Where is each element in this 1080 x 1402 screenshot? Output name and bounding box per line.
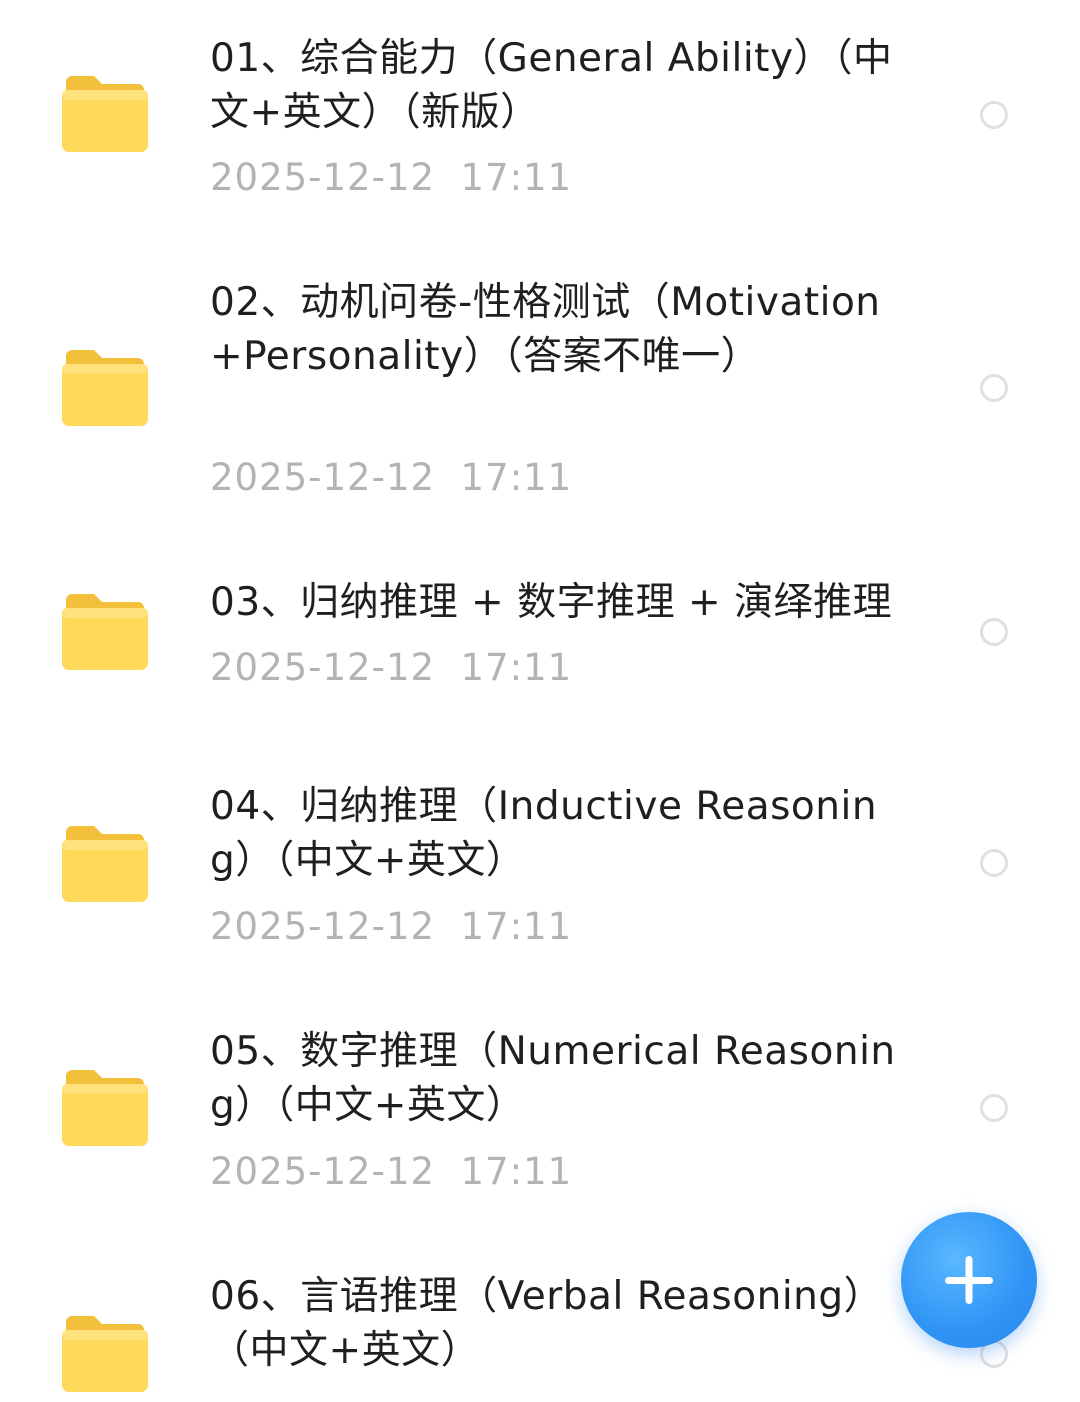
folder-icon bbox=[62, 1316, 148, 1392]
folder-icon bbox=[62, 826, 148, 902]
folder-icon bbox=[62, 1070, 148, 1146]
file-date: 2025-12-12 17:11 bbox=[210, 646, 573, 689]
file-date: 2025-12-12 17:11 bbox=[210, 905, 573, 948]
radio-circle-icon[interactable] bbox=[980, 849, 1008, 877]
folder-icon bbox=[62, 594, 148, 670]
radio-circle-icon[interactable] bbox=[980, 618, 1008, 646]
file-date: 2025-12-12 17:11 bbox=[210, 456, 573, 499]
file-date: 2025-12-12 17:11 bbox=[210, 1150, 573, 1193]
file-name: 02、动机问卷-性格测试（Motivation+Personality）（答案不… bbox=[210, 280, 881, 379]
radio-circle-icon[interactable] bbox=[980, 1094, 1008, 1122]
radio-circle-icon[interactable] bbox=[980, 101, 1008, 129]
folder-icon bbox=[62, 350, 148, 426]
file-name: 03、归纳推理 + 数字推理 + 演绎推理 bbox=[210, 580, 893, 625]
add-button[interactable] bbox=[901, 1212, 1037, 1348]
folder-icon bbox=[62, 76, 148, 152]
plus-icon bbox=[945, 1256, 993, 1304]
file-name: 06、言语推理（Verbal Reasoning）（中文+英文） bbox=[210, 1274, 884, 1373]
file-name: 05、数字推理（Numerical Reasoning）（中文+英文） bbox=[210, 1029, 896, 1128]
file-list: 01、综合能力（General Ability）（中文+英文）（新版） 2025… bbox=[0, 0, 1080, 1402]
file-date: 2025-12-12 17:11 bbox=[210, 156, 573, 199]
file-name: 04、归纳推理（Inductive Reasoning）（中文+英文） bbox=[210, 784, 878, 883]
radio-circle-icon[interactable] bbox=[980, 374, 1008, 402]
file-name: 01、综合能力（General Ability）（中文+英文）（新版） bbox=[210, 36, 893, 135]
